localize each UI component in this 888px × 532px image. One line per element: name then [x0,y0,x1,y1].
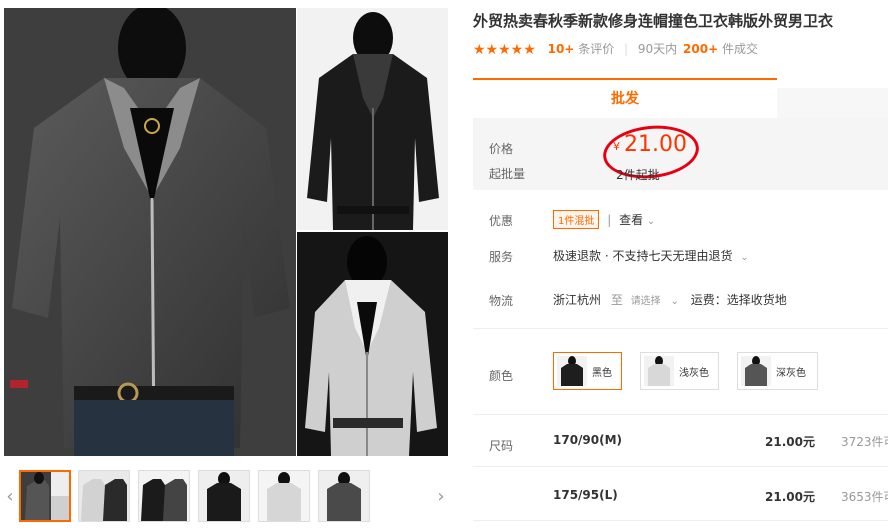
min-qty-label: 起批量 [489,167,526,181]
product-title: 外贸热卖春秋季新款修身连帽撞色卫衣韩版外贸男卫衣 [473,12,834,30]
ship-from: 浙江杭州 [553,293,602,307]
promo-view-link[interactable]: 查看 [619,213,643,227]
dark-grey-hoodie-photo [4,8,296,456]
logistics-row: 物流 浙江杭州 至 请选择 ⌄ 运费：选择收货地 [473,290,888,310]
promo-chevron-down-icon[interactable]: ⌄ [647,216,655,227]
logistics-label: 物流 [489,294,514,308]
ship-to-label: 至 [610,293,623,307]
logistics-value: 浙江杭州 至 请选择 ⌄ 运费：选择收货地 [553,291,787,308]
thumbnail-5-image [259,471,309,521]
promo-badge: 1件混批 [553,210,600,229]
section-divider [473,328,888,329]
tab-wholesale[interactable]: 批发 [473,78,777,118]
ship-to-chevron-down-icon[interactable]: ⌄ [671,296,679,307]
rating-row: ★★★★★ 10+ 条评价 | 90天内 200+ 件成交 [473,40,888,58]
thumbnail-2[interactable] [78,470,130,522]
sales-count: 200+ [683,42,719,56]
size-stock: 3653件可 [841,490,888,504]
color-label: 颜色 [489,369,514,383]
min-qty-value: 2件起批 [616,168,660,182]
service-text: 极速退款 · 不支持七天无理由退货 [553,249,733,263]
thumbnail-2-image [79,471,129,521]
thumbnail-6[interactable] [318,470,370,522]
ship-to-select[interactable]: 请选择 [631,296,661,307]
thumbnail-next-arrow-icon[interactable]: › [434,486,448,508]
color-option-black[interactable]: 黑色 [553,352,622,390]
review-count[interactable]: 10+ [548,42,575,56]
price-label: 价格 [489,142,514,156]
sales-label: 件成交 [721,42,758,56]
service-chevron-down-icon[interactable]: ⌄ [740,252,748,263]
section-divider [473,414,888,415]
size-price: 21.00元 [765,490,815,504]
color-option-dark-grey[interactable]: 深灰色 [737,352,818,390]
product-gallery: ‹ › [0,0,455,532]
color-option-light-grey[interactable]: 浅灰色 [640,352,719,390]
size-name: 170/90(M) [553,433,623,447]
price-amount: 21.00 [624,132,687,157]
size-name: 175/95(L) [553,488,618,502]
promo-divider: | [607,213,612,227]
service-row: 服务 极速退款 · 不支持七天无理由退货 ⌄ [473,246,888,266]
promo-value: 1件混批 | 查看 ⌄ [553,210,655,229]
service-label: 服务 [489,250,514,264]
section-divider [473,466,888,467]
sales-period: 90天内 [637,42,678,56]
promo-label: 优惠 [489,214,514,228]
rating-stars-icon: ★★★★★ [473,41,536,58]
color-name-black: 黑色 [592,368,612,379]
thumbnail-5[interactable] [258,470,310,522]
purchase-tabs: 批发 [473,78,888,118]
service-value: 极速退款 · 不支持七天无理由退货 ⌄ [553,247,749,264]
thumbnail-4-image [199,471,249,521]
shipping-fee-value[interactable]: 选择收货地 [727,293,787,307]
currency-symbol: ¥ [613,140,620,153]
section-divider [473,520,888,521]
thumbnail-prev-arrow-icon[interactable]: ‹ [3,486,17,508]
thumbnail-1-image [21,472,69,520]
price-value: ¥21.00 [613,132,687,157]
color-swatch-light-grey [644,356,674,386]
rating-divider: | [624,42,629,56]
shipping-fee-label: 运费： [690,293,727,307]
black-hoodie-photo [297,8,448,230]
color-swatch-black [557,356,587,386]
size-row[interactable]: 170/90(M) 21.00元 3723件可 [473,433,888,453]
main-product-image[interactable] [4,8,296,456]
thumbnail-3-image [139,471,189,521]
promo-row: 优惠 1件混批 | 查看 ⌄ [473,210,888,230]
thumbnail-strip: ‹ › [0,466,455,528]
side-product-image-light-grey[interactable] [297,232,448,456]
thumbnail-1[interactable] [19,470,71,522]
side-product-image-black[interactable] [297,8,448,230]
color-name-light-grey: 浅灰色 [679,368,709,379]
size-row[interactable]: 175/95(L) 21.00元 3653件可 [473,488,888,508]
product-info-panel: 外贸热卖春秋季新款修身连帽撞色卫衣韩版外贸男卫衣 ★★★★★ 10+ 条评价 |… [473,0,888,532]
light-grey-hoodie-photo [297,232,448,456]
size-price: 21.00元 [765,435,815,449]
size-stock: 3723件可 [841,435,888,449]
thumbnail-6-image [319,471,369,521]
color-name-dark-grey: 深灰色 [776,368,806,379]
thumbnail-4[interactable] [198,470,250,522]
thumbnail-3[interactable] [138,470,190,522]
tab-bar-filler [777,88,888,118]
price-box: 价格 起批量 ¥21.00 2件起批 [473,118,888,190]
color-swatch-dark-grey [741,356,771,386]
review-label[interactable]: 条评价 [578,42,614,56]
